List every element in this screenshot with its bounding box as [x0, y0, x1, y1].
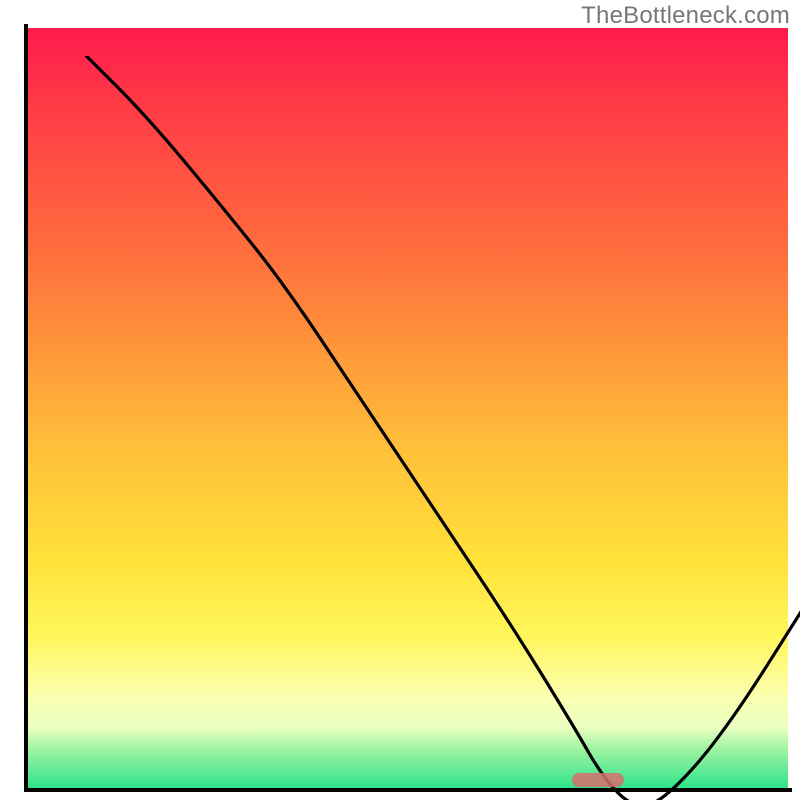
optimal-marker — [572, 773, 624, 787]
watermark-text: TheBottleneck.com — [581, 2, 790, 30]
y-axis — [24, 24, 28, 792]
x-axis — [24, 788, 792, 792]
plot-area — [28, 28, 788, 788]
gradient-background — [28, 28, 788, 788]
